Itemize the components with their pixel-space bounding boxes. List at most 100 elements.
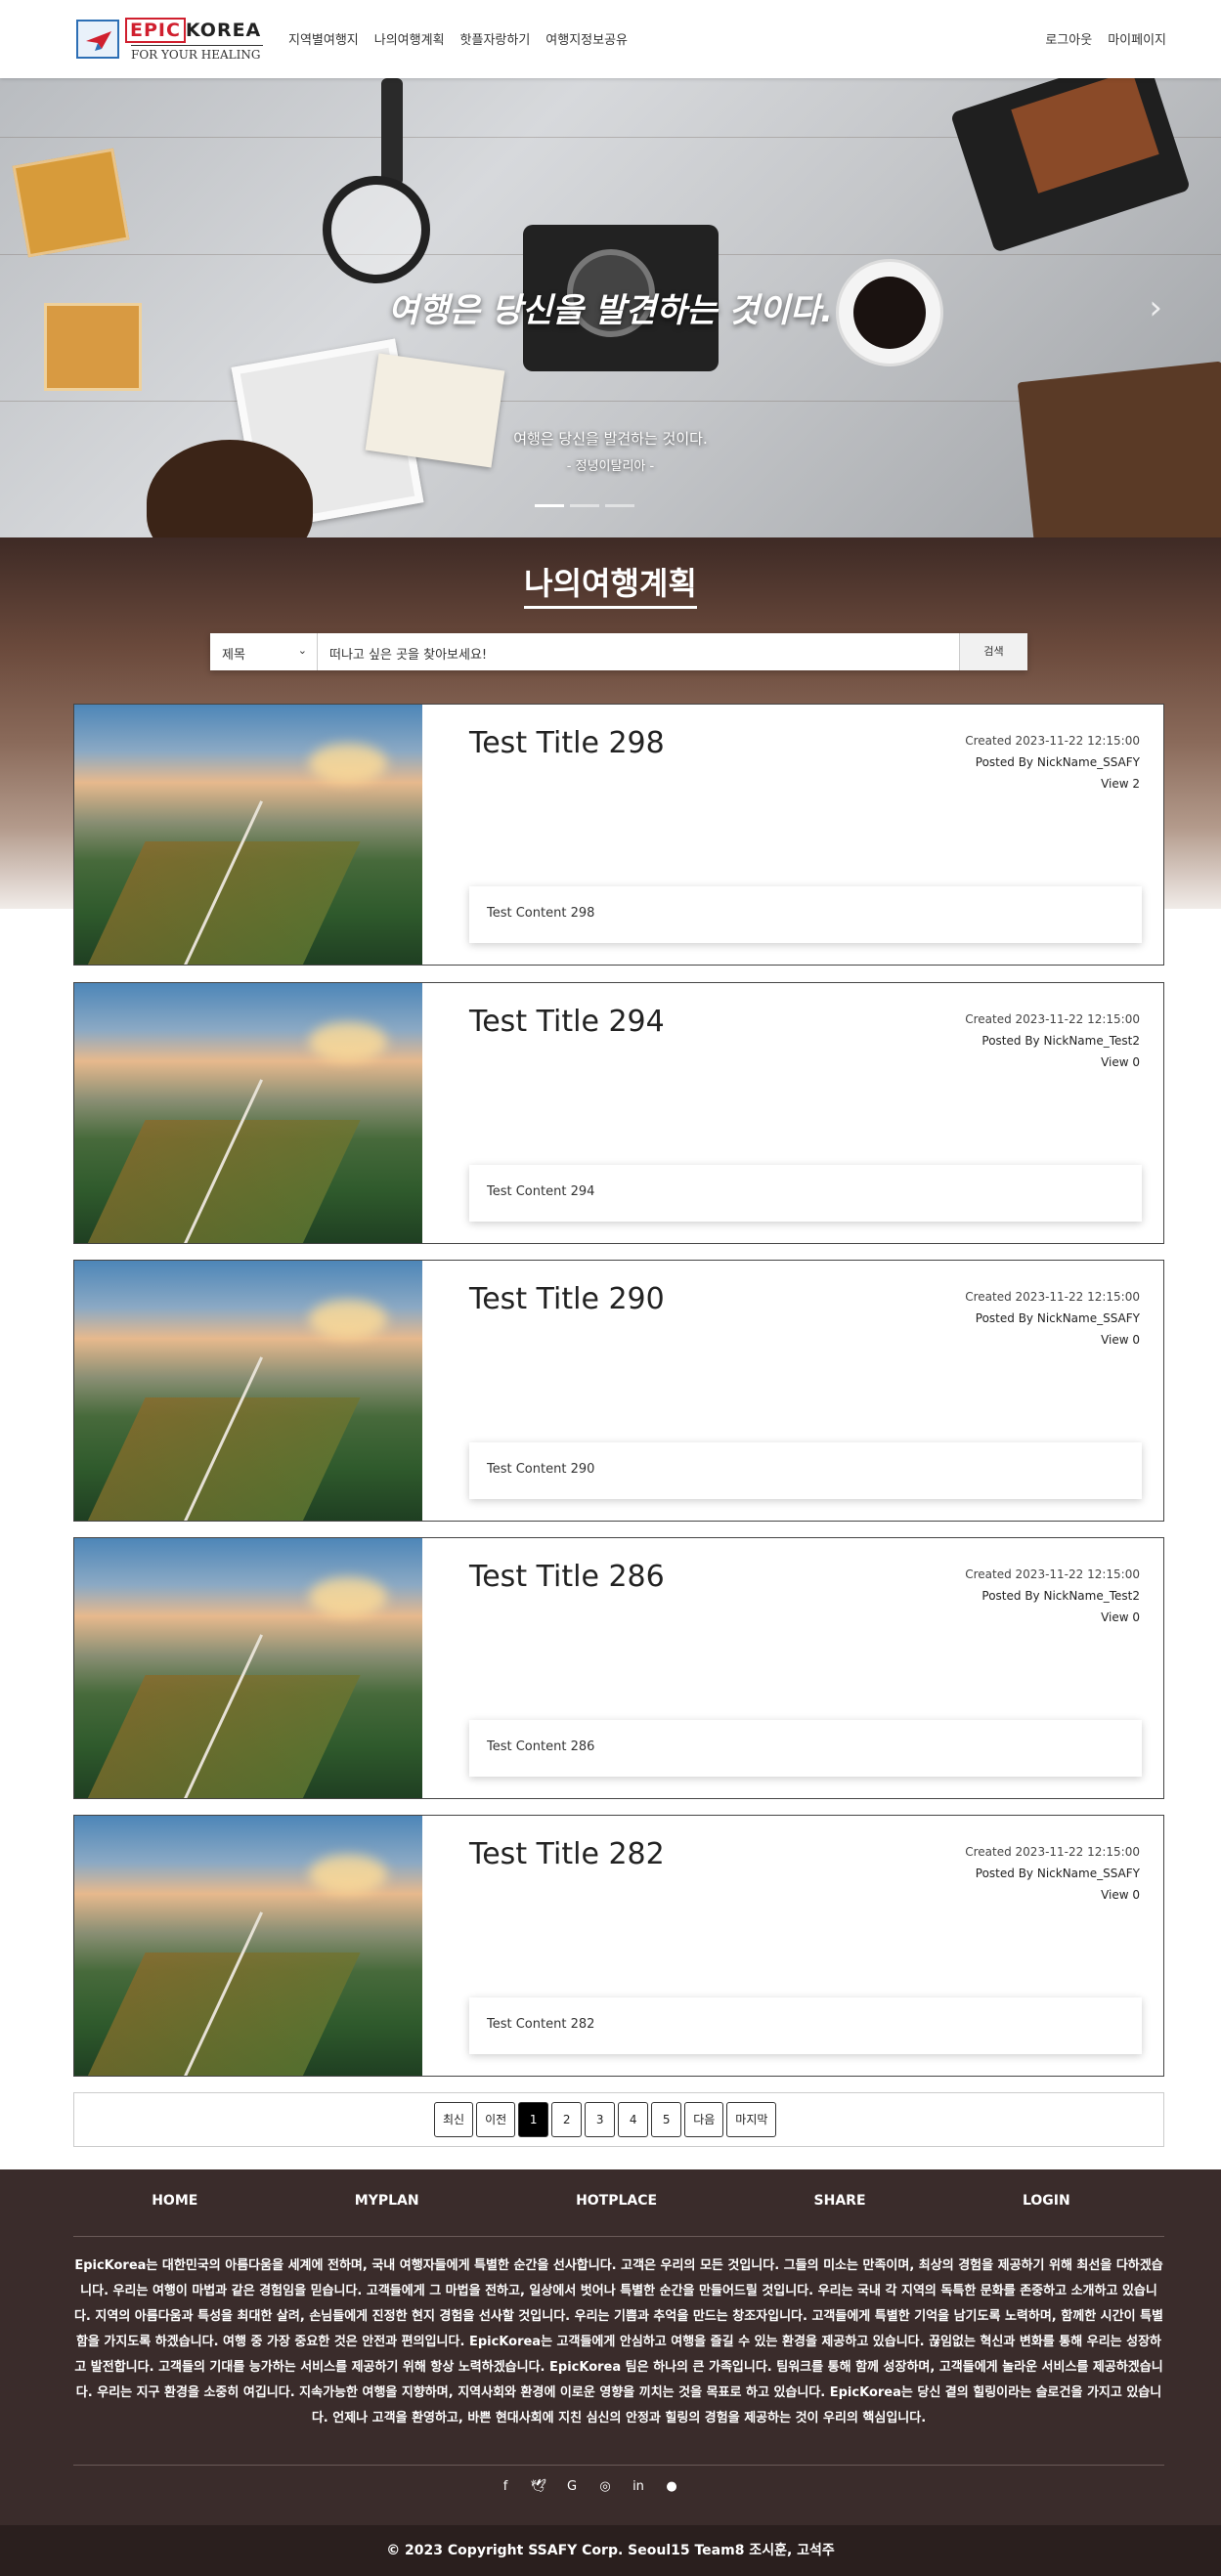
search-button[interactable]: 검색	[959, 633, 1027, 670]
linkedin-icon[interactable]: in	[630, 2478, 647, 2496]
post-card[interactable]: Test Title 282 Created 2023-11-22 12:15:…	[73, 1815, 1164, 2077]
post-meta: Created 2023-11-22 12:15:00 Posted By Ni…	[965, 730, 1140, 794]
nav-item-regional[interactable]: 지역별여행지	[288, 29, 359, 48]
post-content: Test Content 290	[469, 1442, 1142, 1499]
page-button-2[interactable]: 2	[551, 2102, 583, 2137]
section-title: 나의여행계획	[0, 559, 1221, 609]
page-last-button[interactable]: 마지막	[726, 2102, 777, 2137]
twitter-icon[interactable]: 🕊	[530, 2478, 547, 2496]
footer-link-home[interactable]: HOME	[152, 2193, 197, 2222]
site-logo[interactable]: EPIC KOREA FOR YOUR HEALING	[76, 18, 263, 63]
post-title[interactable]: Test Title 294	[469, 1005, 665, 1039]
post-card[interactable]: Test Title 286 Created 2023-11-22 12:15:…	[73, 1537, 1164, 1799]
post-author: Posted By NickName_SSAFY	[975, 1311, 1140, 1325]
logo-brand: EPIC KOREA	[125, 18, 261, 43]
post-created: Created 2023-11-22 12:15:00	[965, 1845, 1140, 1859]
nav-item-hotplace[interactable]: 핫플자랑하기	[460, 29, 531, 48]
page-button-1[interactable]: 1	[518, 2102, 549, 2137]
footer-link-hotplace[interactable]: HOTPLACE	[576, 2193, 657, 2222]
footer-nav: HOME MYPLAN HOTPLACE SHARE LOGIN	[73, 2193, 1149, 2222]
page-prev-button[interactable]: 이전	[476, 2102, 516, 2137]
post-thumbnail	[74, 983, 422, 1243]
post-content: Test Content 286	[469, 1720, 1142, 1777]
search-input[interactable]: 떠나고 싶은 곳을 찾아보세요!	[320, 633, 945, 670]
post-thumbnail	[74, 705, 422, 965]
post-created: Created 2023-11-22 12:15:00	[965, 734, 1140, 748]
chevron-down-icon: ⌄	[297, 644, 307, 657]
footer-link-share[interactable]: SHARE	[814, 2193, 866, 2222]
nav-item-share[interactable]: 여행지정보공유	[545, 29, 628, 48]
footer-link-myplan[interactable]: MYPLAN	[355, 2193, 419, 2222]
social-links: f 🕊 G ◎ in ●	[497, 2478, 680, 2496]
footer-divider	[73, 2236, 1164, 2237]
tickets-image	[365, 353, 505, 468]
post-meta: Created 2023-11-22 12:15:00 Posted By Ni…	[965, 1286, 1140, 1351]
post-created: Created 2023-11-22 12:15:00	[965, 1012, 1140, 1026]
magnifier-handle	[381, 78, 403, 186]
footer-divider	[73, 2465, 1164, 2466]
page-first-button[interactable]: 최신	[434, 2102, 474, 2137]
post-card[interactable]: Test Title 298 Created 2023-11-22 12:15:…	[73, 704, 1164, 966]
post-author: Posted By NickName_SSAFY	[975, 1867, 1140, 1880]
hero-caption: 여행은 당신을 발견하는 것이다.	[513, 430, 708, 448]
github-icon[interactable]: ●	[663, 2478, 680, 2496]
post-meta: Created 2023-11-22 12:15:00 Posted By Ni…	[965, 1564, 1140, 1628]
page-button-3[interactable]: 3	[585, 2102, 616, 2137]
matchbox-image	[12, 148, 130, 258]
footer-about-text: EpicKorea는 대한민국의 아름다움을 세계에 전하며, 국내 여행자들에…	[73, 2258, 1164, 2426]
account-nav: 로그아웃 마이페이지	[1029, 29, 1166, 48]
footer-link-login[interactable]: LOGIN	[1023, 2193, 1070, 2222]
logo-slogan: FOR YOUR HEALING	[131, 45, 263, 62]
post-title[interactable]: Test Title 298	[469, 726, 665, 760]
google-icon[interactable]: G	[563, 2478, 581, 2496]
post-title[interactable]: Test Title 286	[469, 1560, 665, 1594]
magnifier-image	[323, 176, 430, 283]
page-button-5[interactable]: 5	[651, 2102, 682, 2137]
hero-author: - 정녕이탈리아 -	[566, 459, 655, 474]
top-navbar: EPIC KOREA FOR YOUR HEALING 지역별여행지 나의여행계획…	[0, 0, 1221, 78]
pagination: 최신 이전 1 2 3 4 5 다음 마지막	[73, 2092, 1164, 2147]
post-content: Test Content 294	[469, 1165, 1142, 1222]
footer: HOME MYPLAN HOTPLACE SHARE LOGIN EpicKor…	[0, 2169, 1221, 2576]
post-views: View 0	[1101, 1055, 1140, 1069]
post-card[interactable]: Test Title 294 Created 2023-11-22 12:15:…	[73, 982, 1164, 1244]
post-thumbnail	[74, 1261, 422, 1521]
carousel-dot[interactable]	[570, 504, 599, 507]
facebook-icon[interactable]: f	[497, 2478, 514, 2496]
post-card[interactable]: Test Title 290 Created 2023-11-22 12:15:…	[73, 1260, 1164, 1522]
post-thumbnail	[74, 1816, 422, 2076]
post-content: Test Content 298	[469, 886, 1142, 943]
post-meta: Created 2023-11-22 12:15:00 Posted By Ni…	[965, 1009, 1140, 1073]
carousel-dot[interactable]	[605, 504, 634, 507]
post-thumbnail	[74, 1538, 422, 1798]
post-views: View 2	[1101, 777, 1140, 791]
nav-item-my-plan[interactable]: 나의여행계획	[374, 29, 445, 48]
post-created: Created 2023-11-22 12:15:00	[965, 1290, 1140, 1304]
hero-headline: 여행은 당신을 발견하는 것이다.	[387, 291, 834, 330]
mypage-link[interactable]: 마이페이지	[1108, 29, 1166, 48]
hero-carousel: 여행은 당신을 발견하는 것이다. 여행은 당신을 발견하는 것이다. - 정녕…	[0, 78, 1221, 537]
chevron-right-icon[interactable]: ›	[1149, 288, 1162, 327]
notebook-image	[1017, 361, 1221, 537]
post-title[interactable]: Test Title 290	[469, 1282, 665, 1316]
carousel-indicators	[535, 504, 634, 507]
post-title[interactable]: Test Title 282	[469, 1837, 665, 1871]
carousel-dot[interactable]	[535, 504, 564, 507]
page-button-4[interactable]: 4	[618, 2102, 649, 2137]
post-author: Posted By NickName_Test2	[981, 1034, 1140, 1048]
airplane-icon	[76, 20, 119, 59]
search-bar: 제목 ⌄ 떠나고 싶은 곳을 찾아보세요! 검색	[210, 633, 1027, 670]
post-views: View 0	[1101, 1888, 1140, 1902]
instagram-icon[interactable]: ◎	[596, 2478, 614, 2496]
post-created: Created 2023-11-22 12:15:00	[965, 1567, 1140, 1581]
copyright: © 2023 Copyright SSAFY Corp. Seoul15 Tea…	[0, 2525, 1221, 2576]
main-nav: 지역별여행지 나의여행계획 핫플자랑하기 여행지정보공유	[288, 29, 643, 48]
post-author: Posted By NickName_Test2	[981, 1589, 1140, 1603]
search-type-select[interactable]: 제목 ⌄	[210, 633, 318, 670]
page-next-button[interactable]: 다음	[684, 2102, 724, 2137]
logout-link[interactable]: 로그아웃	[1045, 29, 1092, 48]
post-views: View 0	[1101, 1333, 1140, 1347]
post-meta: Created 2023-11-22 12:15:00 Posted By Ni…	[965, 1841, 1140, 1906]
post-author: Posted By NickName_SSAFY	[975, 755, 1140, 769]
post-content: Test Content 282	[469, 1997, 1142, 2054]
